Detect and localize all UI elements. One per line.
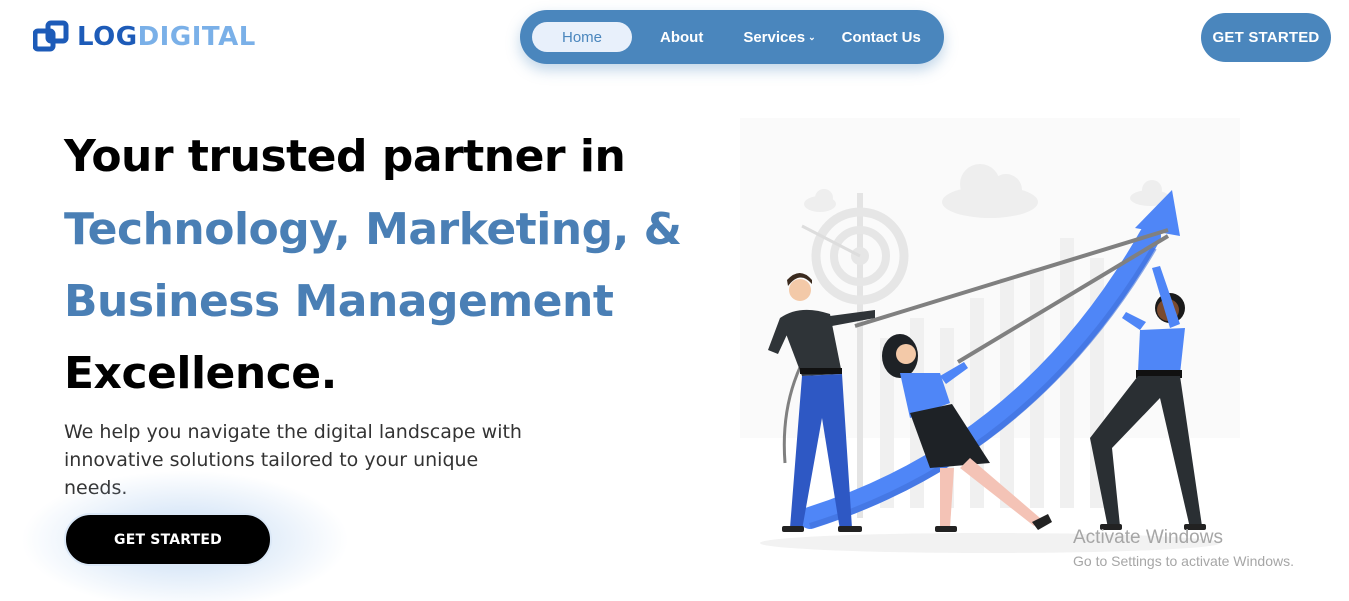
- hero-title-line2: Technology, Marketing, &: [64, 204, 682, 255]
- nav-services-label: Services: [743, 28, 806, 46]
- header-get-started-button[interactable]: GET STARTED: [1201, 13, 1331, 62]
- watermark-title: Activate Windows: [1073, 527, 1223, 548]
- hero-illustration: [740, 118, 1240, 553]
- nav-contact[interactable]: Contact Us: [842, 29, 921, 46]
- logo-text-part1: LOG: [77, 22, 138, 52]
- nav-home[interactable]: Home: [532, 22, 632, 52]
- logo-text-part2: DIGITAL: [137, 22, 256, 52]
- hero-title-line1: Your trusted partner in: [64, 131, 626, 182]
- hero-title-line3: Business Management: [64, 276, 614, 327]
- hero-title-line4: Excellence.: [64, 348, 337, 399]
- logo-text: LOGDIGITAL: [77, 22, 256, 52]
- nav-about[interactable]: About: [660, 29, 703, 46]
- chevron-down-icon: ⌄: [808, 32, 816, 42]
- watermark-subtitle: Go to Settings to activate Windows.: [1073, 553, 1294, 569]
- logo-icon: [33, 20, 69, 52]
- page: LOGDIGITAL Home About Services ⌄ Contact…: [0, 0, 1349, 601]
- windows-activation-watermark: Activate Windows Go to Settings to activ…: [1073, 527, 1294, 569]
- nav-services[interactable]: Services ⌄: [743, 29, 815, 46]
- hero-get-started-button[interactable]: GET STARTED: [64, 513, 272, 566]
- main-nav: Home About Services ⌄ Contact Us: [520, 10, 944, 64]
- logo[interactable]: LOGDIGITAL: [33, 20, 256, 54]
